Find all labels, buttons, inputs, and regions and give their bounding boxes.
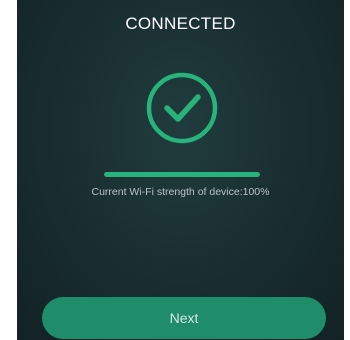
page-title: CONNECTED xyxy=(125,14,236,33)
window-frame: CONNECTED Current Wi-Fi strength of devi… xyxy=(0,0,350,340)
app-screen: CONNECTED Current Wi-Fi strength of devi… xyxy=(17,0,344,340)
check-circle-icon xyxy=(144,70,220,146)
wifi-strength-label: Current Wi-Fi strength of device:100% xyxy=(91,186,270,198)
next-button[interactable]: Next xyxy=(42,297,326,339)
wifi-strength-fill xyxy=(104,172,260,177)
wifi-strength-bar xyxy=(104,172,260,177)
